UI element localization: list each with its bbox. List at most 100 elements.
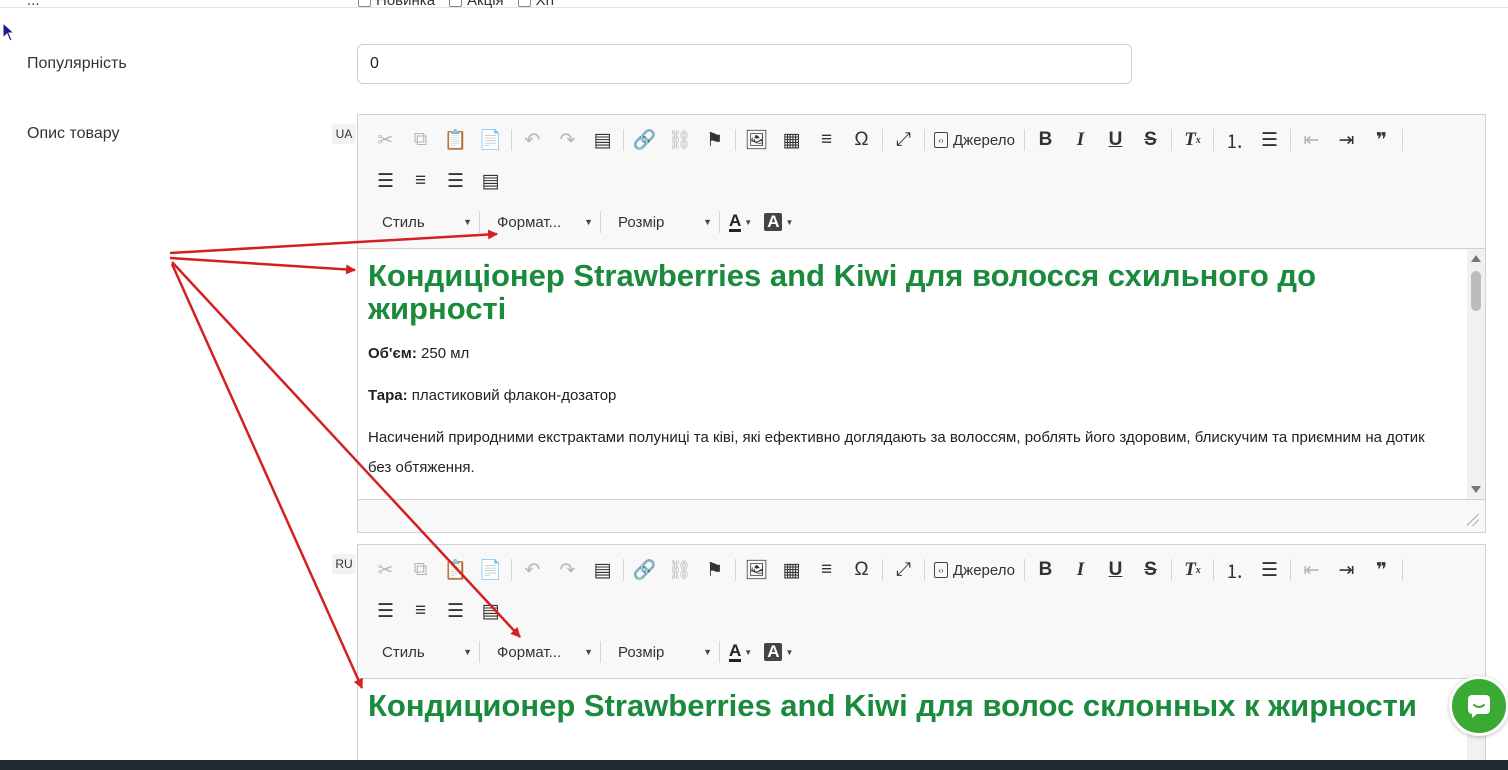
strikethrough-icon[interactable]: S	[1133, 555, 1168, 585]
paste-icon[interactable]: 📋	[438, 555, 473, 585]
style-combo-label: Стиль	[382, 643, 425, 661]
source-button[interactable]: ‹› Джерело	[928, 125, 1021, 155]
image-icon[interactable]: 🖼	[739, 555, 774, 585]
outdent-icon[interactable]: ⇤	[1294, 125, 1329, 155]
toolbar-separator	[882, 129, 883, 151]
italic-icon[interactable]: I	[1063, 555, 1098, 585]
special-char-icon[interactable]: Ω	[844, 125, 879, 155]
chevron-down-icon: ▼	[785, 217, 794, 227]
bulleted-list-icon[interactable]: ☰	[1252, 125, 1287, 155]
checkbox-box[interactable]	[449, 0, 463, 7]
anchor-flag-icon[interactable]: ⚑	[697, 125, 732, 155]
outdent-icon[interactable]: ⇤	[1294, 555, 1329, 585]
paste-icon[interactable]: 📋	[438, 125, 473, 155]
volume-label: Об'єм:	[368, 345, 417, 362]
underline-icon[interactable]: U	[1098, 555, 1133, 585]
checkbox-new[interactable]: Новинка	[358, 0, 435, 9]
editor-content-ru[interactable]: Кондиционер Strawberries and Kiwi для во…	[358, 679, 1485, 770]
redo-icon[interactable]: ↷	[550, 125, 585, 155]
editor-content-ua[interactable]: Кондиціонер Strawberries and Kiwi для во…	[358, 249, 1485, 499]
scroll-thumb[interactable]	[1471, 271, 1481, 311]
horizontal-line-icon[interactable]: ≡	[809, 555, 844, 585]
scroll-down-icon[interactable]	[1471, 486, 1481, 493]
blockquote-icon[interactable]: ❞	[1364, 555, 1399, 585]
checkbox-box[interactable]	[358, 0, 371, 7]
checkbox-sale[interactable]: Акція	[449, 0, 504, 9]
bg-color-button[interactable]: A ▼	[758, 637, 799, 667]
align-left-icon[interactable]: ☰	[368, 166, 403, 196]
bold-icon[interactable]: B	[1028, 125, 1063, 155]
style-combo[interactable]: Стиль ▼	[368, 207, 476, 237]
cut-icon[interactable]: ✂	[368, 125, 403, 155]
top-divider	[0, 7, 1508, 8]
toolbar-separator	[1024, 129, 1025, 151]
table-icon[interactable]: ▦	[774, 125, 809, 155]
bulleted-list-icon[interactable]: ☰	[1252, 555, 1287, 585]
size-combo[interactable]: Розмір ▼	[604, 637, 716, 667]
editor-scrollbar[interactable]	[1467, 249, 1485, 499]
text-color-button[interactable]: A ▼	[723, 637, 758, 667]
numbered-list-icon[interactable]: ⒈	[1217, 555, 1252, 585]
toolbar-separator	[511, 559, 512, 581]
toolbar-separator	[1024, 559, 1025, 581]
unlink-icon[interactable]: ⛓	[662, 555, 697, 585]
source-button[interactable]: ‹› Джерело	[928, 555, 1021, 585]
checkbox-hit[interactable]: Хіт	[517, 0, 556, 9]
undo-icon[interactable]: ↶	[515, 125, 550, 155]
remove-format-icon[interactable]: Tx	[1175, 555, 1210, 585]
copy-icon[interactable]: ⧉	[403, 125, 438, 155]
numbered-list-icon[interactable]: ⒈	[1217, 125, 1252, 155]
find-replace-icon[interactable]: ▤	[585, 125, 620, 155]
undo-icon[interactable]: ↶	[515, 555, 550, 585]
align-justify-icon[interactable]: ▤	[473, 596, 508, 626]
remove-format-icon[interactable]: Tx	[1175, 125, 1210, 155]
align-right-icon[interactable]: ☰	[438, 596, 473, 626]
style-combo[interactable]: Стиль ▼	[368, 637, 476, 667]
blockquote-icon[interactable]: ❞	[1364, 125, 1399, 155]
scroll-up-icon[interactable]	[1471, 255, 1481, 262]
align-left-icon[interactable]: ☰	[368, 596, 403, 626]
size-combo[interactable]: Розмір ▼	[604, 207, 716, 237]
indent-icon[interactable]: ⇥	[1329, 125, 1364, 155]
align-right-icon[interactable]: ☰	[438, 166, 473, 196]
align-center-icon[interactable]: ≡	[403, 596, 438, 626]
toolbar-row-3: Стиль ▼ Формат... ▼ Розмір ▼ A ▼ A ▼	[368, 635, 799, 669]
unlink-icon[interactable]: ⛓	[662, 125, 697, 155]
anchor-flag-icon[interactable]: ⚑	[697, 555, 732, 585]
paste-word-icon[interactable]: 📄	[473, 125, 508, 155]
toolbar-row-1: ✂ ⧉ 📋 📄 ↶ ↷ ▤ 🔗 ⛓ ⚑ 🖼 ▦ ≡ Ω ⤢ ‹› Джерело…	[368, 123, 1406, 157]
popularity-input[interactable]	[357, 44, 1132, 84]
text-color-button[interactable]: A ▼	[723, 207, 758, 237]
product-edit-page: ... Новинка Акція Хіт Популярність Опис …	[0, 0, 1508, 770]
toolbar-row-1: ✂ ⧉ 📋 📄 ↶ ↷ ▤ 🔗 ⛓ ⚑ 🖼 ▦ ≡ Ω ⤢ ‹› Джерело…	[368, 553, 1406, 587]
underline-icon[interactable]: U	[1098, 125, 1133, 155]
link-icon[interactable]: 🔗	[627, 555, 662, 585]
paste-word-icon[interactable]: 📄	[473, 555, 508, 585]
align-justify-icon[interactable]: ▤	[473, 166, 508, 196]
chevron-down-icon: ▼	[463, 647, 472, 657]
maximize-icon[interactable]: ⤢	[886, 555, 921, 585]
redo-icon[interactable]: ↷	[550, 555, 585, 585]
chat-widget-button[interactable]	[1449, 676, 1508, 736]
table-icon[interactable]: ▦	[774, 555, 809, 585]
bg-color-button[interactable]: A ▼	[758, 207, 799, 237]
find-replace-icon[interactable]: ▤	[585, 555, 620, 585]
cut-icon[interactable]: ✂	[368, 555, 403, 585]
copy-icon[interactable]: ⧉	[403, 555, 438, 585]
special-char-icon[interactable]: Ω	[844, 555, 879, 585]
resize-grip-icon[interactable]	[1467, 514, 1479, 526]
align-center-icon[interactable]: ≡	[403, 166, 438, 196]
toolbar-row-2: ☰ ≡ ☰ ▤	[368, 594, 508, 628]
maximize-icon[interactable]: ⤢	[886, 125, 921, 155]
horizontal-line-icon[interactable]: ≡	[809, 125, 844, 155]
strikethrough-icon[interactable]: S	[1133, 125, 1168, 155]
format-combo[interactable]: Формат... ▼	[483, 207, 597, 237]
format-combo[interactable]: Формат... ▼	[483, 637, 597, 667]
checkbox-box[interactable]	[517, 0, 531, 7]
italic-icon[interactable]: I	[1063, 125, 1098, 155]
bold-icon[interactable]: B	[1028, 555, 1063, 585]
indent-icon[interactable]: ⇥	[1329, 555, 1364, 585]
toolbar-separator	[1290, 129, 1291, 151]
link-icon[interactable]: 🔗	[627, 125, 662, 155]
image-icon[interactable]: 🖼	[739, 125, 774, 155]
